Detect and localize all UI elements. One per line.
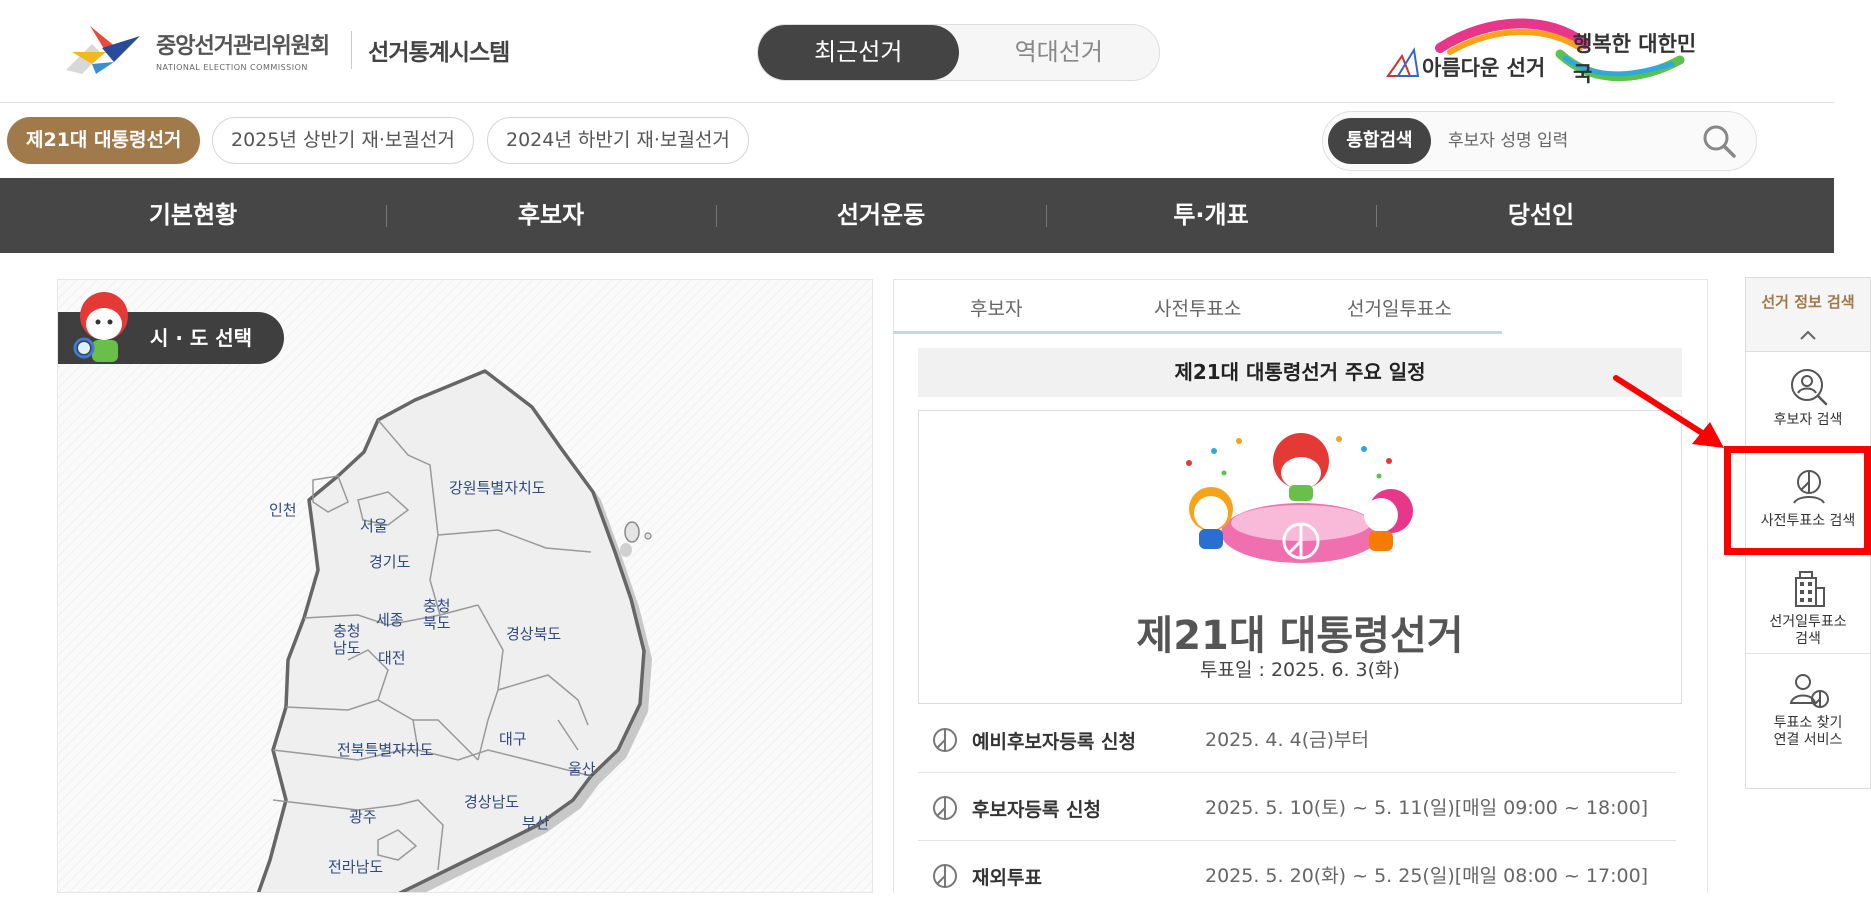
region-jeonnam[interactable]: 전라남도 [328, 858, 383, 876]
tab-early-voting-stations[interactable]: 사전투표소 [1154, 294, 1241, 321]
nec-logo[interactable]: 중앙선거관리위원회 NATIONAL ELECTION COMMISSION 선… [62, 22, 510, 78]
region-busan[interactable]: 부산 [522, 814, 550, 832]
search-type-badge[interactable]: 통합검색 [1328, 118, 1431, 164]
voting-day: 투표일 : 2025. 6. 3(화) [1200, 659, 1400, 681]
mascot-icon [73, 292, 128, 362]
schedule-row: 예비후보자등록 신청 2025. 4. 4(금)부터 [918, 705, 1676, 773]
slogan-banner: 아름다운 선거 행복한 대한민국 [1380, 14, 1710, 86]
schedule-date: 2025. 5. 20(화) ~ 5. 25(일)[매일 08:00 ~ 17:… [1205, 865, 1649, 887]
quick-menu-title: 선거 정보 검색 [1761, 293, 1855, 311]
region-gyeonggi[interactable]: 경기도 [369, 553, 411, 571]
region-map-panel: 인천 서울 강원특별자치도 경기도 충청 북도 충청 남도 세종 대전 경상북도… [57, 279, 873, 893]
tab-election-day-stations[interactable]: 선거일투표소 [1347, 294, 1452, 321]
region-select-text: 시 · 도 선택 [150, 326, 253, 350]
system-name: 선거통계시스템 [368, 40, 510, 66]
region-daegu[interactable]: 대구 [499, 730, 527, 748]
poster-title: 제21대 대통령선거 [1136, 613, 1464, 659]
main-navigation: 기본현황 후보자 선거운동 투·개표 당선인 [0, 178, 1834, 253]
nav-candidates[interactable]: 후보자 [386, 178, 716, 253]
nec-logo-icon [66, 26, 140, 74]
toggle-recent-election[interactable]: 최근선거 [758, 25, 959, 80]
election-tab-2024-second-half[interactable]: 2024년 하반기 재·보궐선거 [487, 117, 749, 164]
quick-item-label-line1: 선거일투표소 [1769, 614, 1847, 630]
region-gangwon[interactable]: 강원특별자치도 [449, 479, 546, 497]
quick-item-label: 투표소 찾기 연결 서비스 [1746, 715, 1870, 749]
ballot-mark-icon [933, 864, 957, 888]
schedule-title: 제21대 대통령선거 주요 일정 [918, 348, 1682, 397]
quick-station-finder-service[interactable]: 투표소 찾기 연결 서비스 [1746, 655, 1870, 788]
schedule-label: 예비후보자등록 신청 [972, 731, 1136, 753]
region-jeonbuk[interactable]: 전북특별자치도 [337, 741, 434, 759]
quick-menu-header[interactable]: 선거 정보 검색 [1746, 278, 1870, 352]
nav-campaign[interactable]: 선거운동 [716, 178, 1046, 253]
quick-item-label-line1: 투표소 찾기 [1773, 715, 1843, 731]
schedule-row: 후보자등록 신청 2025. 5. 10(토) ~ 5. 11(일)[매일 09… [918, 773, 1676, 841]
quick-item-label: 후보자 검색 [1773, 412, 1843, 428]
slogan-left: 아름다운 선거 [1422, 56, 1546, 80]
mascots-ballot-illustration [1186, 433, 1413, 563]
logo-divider [351, 31, 353, 69]
mainland-outline [256, 369, 646, 892]
election-poster: 제21대 대통령선거 투표일 : 2025. 6. 3(화) [918, 410, 1682, 704]
quick-item-label: 선거일투표소 검색 [1746, 614, 1870, 648]
slogan-right: 행복한 대한민국 [1573, 32, 1697, 86]
region-gyeongnam[interactable]: 경상남도 [464, 793, 519, 811]
quick-election-day-station-search[interactable]: 선거일투표소 검색 [1746, 554, 1870, 654]
person-search-icon [1791, 369, 1828, 406]
search-icon[interactable] [1698, 120, 1740, 162]
region-chungbuk-line2[interactable]: 북도 [423, 614, 451, 632]
quick-candidate-search[interactable]: 후보자 검색 [1746, 352, 1870, 452]
schedule-date: 2025. 4. 4(금)부터 [1205, 729, 1369, 751]
schedule-label: 후보자등록 신청 [972, 799, 1101, 821]
person-vote-icon [1789, 674, 1829, 708]
korea-map: 인천 서울 강원특별자치도 경기도 충청 북도 충청 남도 세종 대전 경상북도… [256, 369, 652, 892]
quick-item-label-line2: 연결 서비스 [1773, 732, 1843, 748]
red-highlight-box [1724, 446, 1871, 555]
ballot-mark-icon [933, 796, 957, 820]
region-gwangju[interactable]: 광주 [349, 808, 377, 826]
info-tabs: 후보자 사전투표소 선거일투표소 [893, 279, 1708, 335]
ballot-mark-icon [933, 728, 957, 752]
election-tab-21st-presidential[interactable]: 제21대 대통령선거 [7, 117, 201, 164]
region-seoul[interactable]: 서울 [360, 517, 388, 535]
org-name: 중앙선거관리위원회 [156, 34, 330, 59]
region-daejeon[interactable]: 대전 [378, 649, 406, 667]
region-chungnam-line1[interactable]: 충청 [333, 622, 361, 640]
region-incheon[interactable]: 인천 [269, 501, 297, 519]
election-tab-2025-first-half[interactable]: 2025년 상반기 재·보궐선거 [212, 117, 474, 164]
building-icon [1795, 571, 1825, 607]
schedule-label: 재외투표 [972, 867, 1042, 889]
region-sejong[interactable]: 세종 [376, 611, 404, 629]
red-arrow-annotation [1613, 375, 1724, 448]
nav-basic-status[interactable]: 기본현황 [0, 178, 386, 253]
nav-elected[interactable]: 당선인 [1376, 178, 1706, 253]
region-chungnam-line2[interactable]: 남도 [333, 639, 361, 657]
election-period-toggle: 최근선거 역대선거 [757, 24, 1160, 81]
region-gyeongbuk[interactable]: 경상북도 [506, 625, 561, 643]
schedule-date: 2025. 5. 10(토) ~ 5. 11(일)[매일 09:00 ~ 18:… [1205, 797, 1649, 819]
org-name-en: NATIONAL ELECTION COMMISSION [156, 63, 308, 72]
chevron-up-icon[interactable] [1798, 328, 1818, 342]
nav-voting-counting[interactable]: 투·개표 [1046, 178, 1376, 253]
region-ulsan[interactable]: 울산 [568, 760, 596, 778]
candidate-name-input[interactable] [1448, 124, 1688, 158]
region-chungbuk-line1[interactable]: 충청 [423, 597, 451, 615]
quick-item-label-line2: 검색 [1795, 631, 1821, 647]
tab-candidates[interactable]: 후보자 [970, 294, 1022, 321]
toggle-past-elections[interactable]: 역대선거 [959, 25, 1160, 80]
schedule-row: 재외투표 2025. 5. 20(화) ~ 5. 25(일)[매일 08:00 … [918, 841, 1676, 909]
site-header: 중앙선거관리위원회 NATIONAL ELECTION COMMISSION 선… [0, 0, 1834, 103]
integrated-search: 통합검색 [1322, 111, 1757, 171]
